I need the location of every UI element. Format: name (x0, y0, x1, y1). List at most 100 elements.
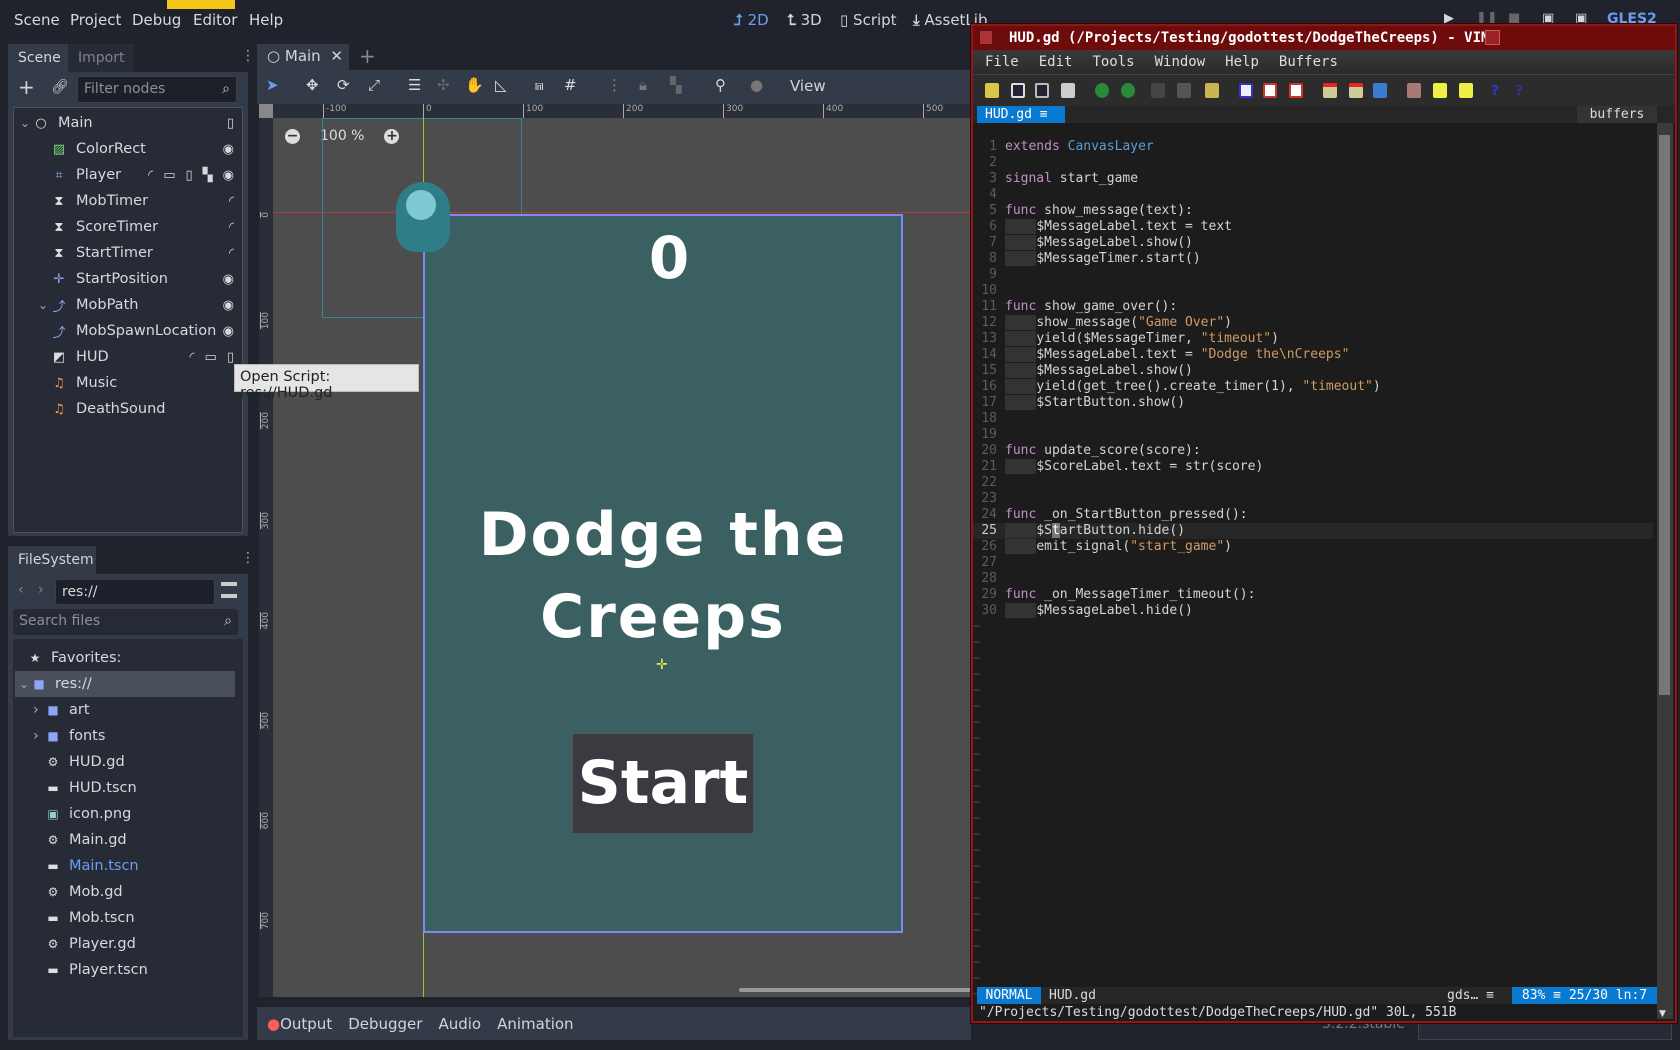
code-line[interactable]: 27 (973, 555, 1653, 571)
lock-group-icon[interactable]: ▚ (203, 168, 213, 183)
bottom-tab-output[interactable]: ●Output (267, 1015, 332, 1033)
file-item[interactable]: ⌄ ■ res:// (15, 671, 235, 697)
tree-item-startposition[interactable]: ✛ StartPosition ◉ (38, 266, 234, 292)
message-label[interactable]: Dodge the Creeps (423, 494, 903, 658)
code-line[interactable]: 1 extends CanvasLayer (973, 139, 1653, 155)
visibility-icon[interactable]: ◉ (223, 324, 234, 339)
code-line[interactable]: 14 $MessageLabel.text = "Dodge the\nCree… (973, 347, 1653, 363)
pan-tool-icon[interactable]: ✋ (465, 76, 484, 94)
rotate-tool-icon[interactable]: ⟳ (337, 76, 350, 94)
vim-menu-tools[interactable]: Tools (1092, 50, 1134, 74)
code-line[interactable]: 16 yield(get_tree().create_timer(1), "ti… (973, 379, 1653, 395)
signal-icon[interactable]: ◜ (229, 246, 234, 261)
code-line[interactable]: 26 emit_signal("start_game") (973, 539, 1653, 555)
maximize-button[interactable] (1485, 30, 1500, 45)
split-view-button[interactable] (221, 582, 237, 598)
tree-item-mobpath[interactable]: ⌄ ⤴ MobPath ◉ (38, 292, 234, 318)
file-item[interactable]: ▣ icon.png (33, 801, 233, 827)
tab-import[interactable]: Import (68, 44, 135, 72)
link-icon[interactable]: 🔗︎ (51, 79, 69, 95)
find-next-icon[interactable] (1263, 83, 1277, 98)
make-icon[interactable] (1407, 83, 1421, 98)
file-item[interactable]: ▬ Main.tscn (33, 853, 233, 879)
group-icon[interactable]: ▚ (670, 76, 682, 94)
expand-arrow-icon[interactable]: ⌄ (19, 677, 31, 691)
signal-icon[interactable]: ◜ (229, 194, 234, 209)
file-item[interactable]: ⚙ Mob.gd (33, 879, 233, 905)
code-line[interactable]: 10 (973, 283, 1653, 299)
visibility-icon[interactable]: ◉ (223, 142, 234, 157)
code-line[interactable]: 6 $MessageLabel.text = text (973, 219, 1653, 235)
code-line[interactable]: 28 (973, 571, 1653, 587)
signal-icon[interactable]: ◜ (229, 220, 234, 235)
snap-options-icon[interactable]: ⋮ (607, 76, 622, 94)
code-line[interactable]: 4 (973, 187, 1653, 203)
code-line[interactable]: 22 (973, 475, 1653, 491)
visibility-icon[interactable]: ◉ (223, 298, 234, 313)
select-tool-icon[interactable]: ➤ (266, 76, 279, 94)
collapsed-arrow-icon[interactable]: › (33, 728, 45, 744)
code-line[interactable]: 21 $ScoreLabel.text = str(score) (973, 459, 1653, 475)
code-line[interactable]: 12 show_message("Game Over") (973, 315, 1653, 331)
script-icon[interactable]: ▯ (186, 168, 193, 183)
scale-tool-icon[interactable]: ⤢ (368, 76, 380, 94)
code-line[interactable]: 24 func _on_StartButton_pressed(): (973, 507, 1653, 523)
pivot-tool-icon[interactable]: ✣ (437, 76, 450, 94)
smart-snap-icon[interactable]: ⩎ (535, 76, 543, 94)
cut-icon[interactable] (1151, 83, 1165, 98)
tree-item-main[interactable]: ⌄ ○ Main ▯ (20, 110, 234, 136)
lock-icon[interactable]: 🔒︎ (639, 76, 647, 94)
code-line[interactable]: 3 signal start_game (973, 171, 1653, 187)
visibility-icon[interactable]: ◉ (223, 272, 234, 287)
code-line[interactable]: 7 $MessageLabel.show() (973, 235, 1653, 251)
workspace-2d[interactable]: ⮥ 2D (734, 11, 769, 29)
find-prev-icon[interactable] (1289, 83, 1303, 98)
tab-scene[interactable]: Scene (8, 44, 71, 72)
bottom-tab-debugger[interactable]: Debugger (348, 1015, 422, 1033)
menu-editor[interactable]: Editor (193, 11, 237, 29)
grid-snap-icon[interactable]: # (564, 76, 577, 94)
file-item[interactable]: ⚙ Player.gd (33, 931, 233, 957)
horizontal-ruler[interactable]: -100 0 100 200 300 400 500 (273, 104, 971, 118)
add-node-button[interactable]: + (18, 75, 35, 99)
file-item[interactable]: ▬ HUD.tscn (33, 775, 233, 801)
viewport[interactable]: -100 0 100 200 300 400 500 0 100 200 300 400 500 600… (259, 104, 971, 997)
tab-filesystem[interactable]: FileSystem (8, 546, 104, 574)
code-line[interactable]: 13 yield($MessageTimer, "timeout") (973, 331, 1653, 347)
forward-button[interactable]: › (38, 582, 44, 598)
list-select-icon[interactable]: ☰ (408, 76, 421, 94)
dock-menu-icon[interactable]: ⋮ (241, 550, 255, 566)
vim-menu-edit[interactable]: Edit (1039, 50, 1073, 74)
file-item[interactable]: ⚙ Main.gd (33, 827, 233, 853)
code-line[interactable]: 15 $MessageLabel.show() (973, 363, 1653, 379)
player-sprite[interactable] (396, 182, 450, 252)
run-script-icon[interactable] (1373, 83, 1387, 98)
vim-menu-help[interactable]: Help (1225, 50, 1259, 74)
copy-icon[interactable] (1177, 83, 1191, 98)
vim-title-bar[interactable]: HUD.gd (/Projects/Testing/godottest/Dodg… (973, 26, 1675, 50)
menu-project[interactable]: Project (70, 11, 121, 29)
print-icon[interactable] (1061, 83, 1075, 98)
find-replace-icon[interactable] (1239, 83, 1253, 98)
signal-icon[interactable]: ◜ (190, 350, 195, 365)
file-item[interactable]: ⚙ HUD.gd (33, 749, 233, 775)
open-icon[interactable] (985, 83, 999, 98)
save-session-icon[interactable] (1349, 83, 1363, 98)
file-item[interactable]: ▬ Mob.tscn (33, 905, 233, 931)
file-item[interactable]: › ■ art (33, 697, 233, 723)
workspace-script[interactable]: ▯ Script (840, 11, 897, 29)
vertical-ruler[interactable]: 0 100 200 300 400 500 600 700 (259, 118, 273, 997)
load-session-icon[interactable] (1323, 83, 1337, 98)
back-button[interactable]: ‹ (18, 582, 24, 598)
tree-item-hud[interactable]: ◩ HUD ◜ ▭ ▯ (38, 344, 234, 370)
path-field[interactable]: res:// (55, 579, 215, 605)
tab-main[interactable]: ○ Main ✕ (257, 44, 349, 70)
save-all-icon[interactable] (1035, 83, 1049, 98)
visibility-icon[interactable]: ◉ (223, 168, 234, 183)
filter-nodes-input[interactable]: Filter nodes ⌕ (77, 76, 237, 103)
workspace-3d[interactable]: ⮤ 3D (787, 11, 822, 29)
search-files-input[interactable]: Search files ⌕ (13, 609, 238, 635)
signal-icon[interactable]: ◜ (148, 168, 153, 183)
bottom-tab-animation[interactable]: Animation (497, 1015, 573, 1033)
code-line[interactable]: 30 $MessageLabel.hide() (973, 603, 1653, 619)
